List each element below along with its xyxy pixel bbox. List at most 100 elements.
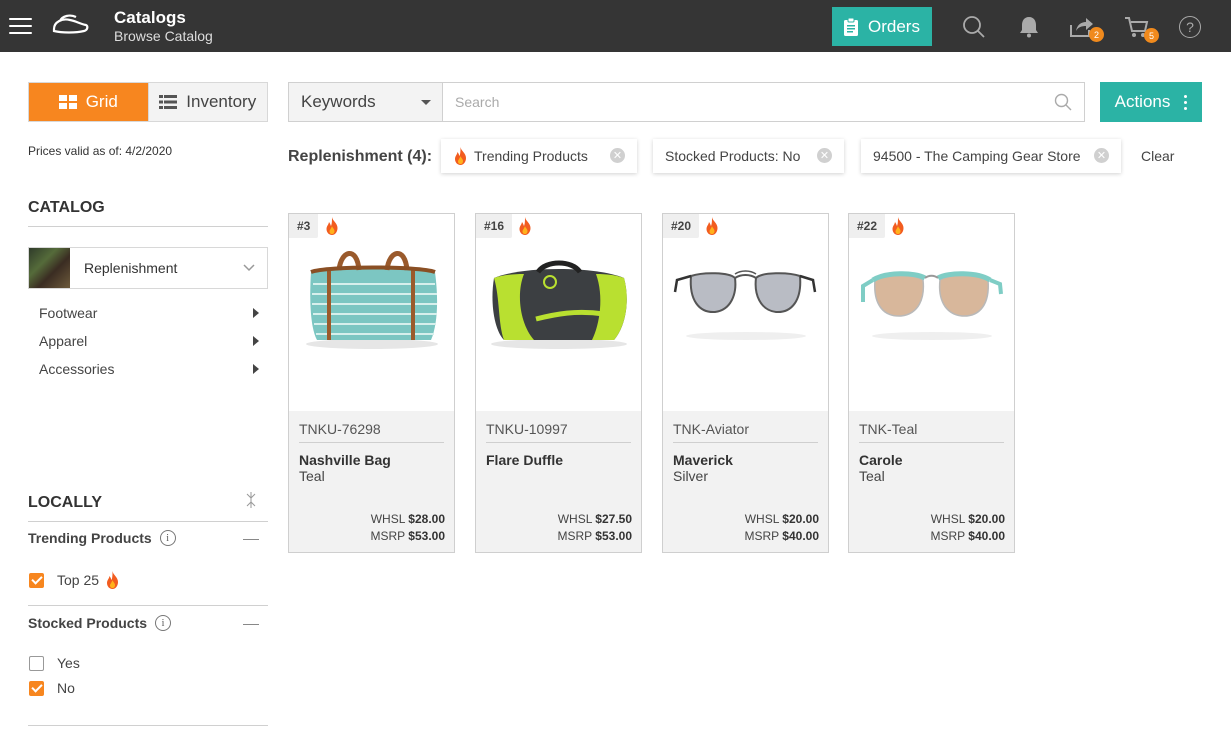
search-icon[interactable] xyxy=(961,14,987,40)
grid-view-label: Grid xyxy=(85,92,118,111)
catalog-selector[interactable]: Replenishment xyxy=(28,247,268,289)
whsl-value: $28.00 xyxy=(408,512,445,526)
whsl-label: WHSL xyxy=(370,512,405,526)
trending-products-filter-title: Trending Products i xyxy=(28,530,176,546)
view-toggle: Grid Inventory xyxy=(28,82,268,122)
orders-button[interactable]: Orders xyxy=(832,7,932,46)
flame-icon xyxy=(107,571,119,589)
checkbox-checked[interactable] xyxy=(29,680,44,696)
grid-icon xyxy=(58,95,77,109)
product-card[interactable]: #16 TNKU-10997 Flare Duffle WHSL $27.50 … xyxy=(475,213,642,553)
chevron-down-icon xyxy=(243,264,255,272)
msrp-value: $53.00 xyxy=(595,529,632,543)
clear-filters-link[interactable]: Clear xyxy=(1141,148,1174,164)
collapse-trending-icon[interactable] xyxy=(243,539,259,540)
replenishment-count-label: Replenishment (4): xyxy=(288,148,433,165)
search-input[interactable] xyxy=(443,82,1085,122)
collapse-stocked-icon[interactable] xyxy=(243,624,259,625)
cart-button[interactable]: 5 xyxy=(1124,14,1162,46)
product-color: Silver xyxy=(673,468,709,484)
wholesale-price: WHSL $20.00 xyxy=(745,512,819,526)
catalog-selected-label: Replenishment xyxy=(84,260,178,276)
caret-right-icon xyxy=(253,364,259,374)
brand-logo-icon xyxy=(52,14,89,34)
collapse-all-icon[interactable] xyxy=(244,492,258,508)
catalog-item-apparel[interactable]: Apparel xyxy=(39,333,259,349)
msrp-value: $40.00 xyxy=(968,529,1005,543)
flame-icon xyxy=(455,147,466,165)
product-card[interactable]: #22 TNK-Teal Carole Teal WHSL $20.00 MSR… xyxy=(848,213,1015,553)
trending-rank-badge: #22 xyxy=(849,214,886,238)
stocked-products-title: Stocked Products xyxy=(28,615,148,631)
trending-top25-checkbox[interactable]: Top 25 xyxy=(29,571,120,589)
bell-icon[interactable] xyxy=(1016,14,1042,40)
share-badge: 2 xyxy=(1089,27,1104,42)
msrp-label: MSRP xyxy=(557,529,592,543)
product-sku: TNKU-10997 xyxy=(486,421,631,443)
search-scope-select[interactable]: Keywords xyxy=(288,82,443,122)
msrp-label: MSRP xyxy=(930,529,965,543)
info-icon[interactable]: i xyxy=(159,530,176,546)
search-scope-label: Keywords xyxy=(301,92,376,111)
remove-filter-icon[interactable]: ✕ xyxy=(1094,148,1109,163)
product-sku: TNKU-76298 xyxy=(299,421,444,443)
share-button[interactable]: 2 xyxy=(1068,14,1106,46)
prices-valid-text: Prices valid as of: 4/2/2020 xyxy=(28,144,173,158)
caret-right-icon xyxy=(253,336,259,346)
product-sku: TNK-Aviator xyxy=(673,421,818,443)
remove-filter-icon[interactable]: ✕ xyxy=(817,148,832,163)
grid-view-button[interactable]: Grid xyxy=(29,83,148,121)
stocked-yes-checkbox[interactable]: Yes xyxy=(29,655,80,671)
whsl-label: WHSL xyxy=(744,512,779,526)
product-card[interactable]: #20 TNK-Aviator Maverick Silver WHSL $20… xyxy=(662,213,829,553)
top25-label: Top 25 xyxy=(57,572,100,588)
info-icon[interactable]: i xyxy=(155,615,172,631)
checkbox-checked[interactable] xyxy=(29,572,44,588)
stocked-no-checkbox[interactable]: No xyxy=(29,680,75,696)
product-sku: TNK-Teal xyxy=(859,421,1004,443)
help-icon[interactable]: ? xyxy=(1179,16,1201,38)
app-title: Catalogs xyxy=(114,8,186,27)
catalog-item-label: Accessories xyxy=(39,361,115,377)
caret-right-icon xyxy=(253,308,259,318)
product-image: #3 xyxy=(289,214,454,411)
flame-icon xyxy=(326,217,338,235)
filter-chip-label: Trending Products xyxy=(474,148,588,164)
wholesale-price: WHSL $27.50 xyxy=(558,512,632,526)
menu-icon[interactable] xyxy=(9,16,32,36)
actions-button[interactable]: Actions xyxy=(1100,82,1202,122)
whsl-value: $27.50 xyxy=(595,512,632,526)
inventory-view-button[interactable]: Inventory xyxy=(147,83,267,121)
rank-label: #20 xyxy=(671,219,692,233)
flame-icon xyxy=(706,217,718,235)
product-image: #22 xyxy=(849,214,1014,411)
whsl-label: WHSL xyxy=(930,512,965,526)
catalog-item-accessories[interactable]: Accessories xyxy=(39,361,259,377)
search-icon[interactable] xyxy=(1054,93,1072,111)
product-name: Nashville Bag xyxy=(299,452,391,468)
whsl-label: WHSL xyxy=(557,512,592,526)
catalog-item-footwear[interactable]: Footwear xyxy=(39,305,259,321)
rank-label: #22 xyxy=(857,219,878,233)
bag-image xyxy=(306,251,438,349)
product-name: Flare Duffle xyxy=(486,452,564,468)
actions-label: Actions xyxy=(1114,92,1171,111)
product-image: #20 xyxy=(663,214,828,411)
caret-down-icon xyxy=(421,100,431,105)
product-color: Teal xyxy=(859,468,885,484)
product-card[interactable]: #3 TNKU-76298 Nashville Bag Teal WHSL $2… xyxy=(288,213,455,553)
teal-sunglasses-image xyxy=(861,271,1003,340)
filter-chip-trending: Trending Products ✕ xyxy=(441,139,637,173)
trending-rank-badge: #20 xyxy=(663,214,700,238)
locally-heading-label: LOCALLY xyxy=(28,494,103,511)
wholesale-price: WHSL $20.00 xyxy=(931,512,1005,526)
flame-icon xyxy=(519,217,531,235)
checkbox-unchecked[interactable] xyxy=(29,655,44,671)
wholesale-price: WHSL $28.00 xyxy=(371,512,445,526)
remove-filter-icon[interactable]: ✕ xyxy=(610,148,625,163)
product-name: Maverick xyxy=(673,452,733,468)
clipboard-icon xyxy=(844,17,859,36)
list-icon xyxy=(159,95,178,109)
catalog-item-label: Footwear xyxy=(39,305,98,321)
filter-divider xyxy=(28,725,268,726)
